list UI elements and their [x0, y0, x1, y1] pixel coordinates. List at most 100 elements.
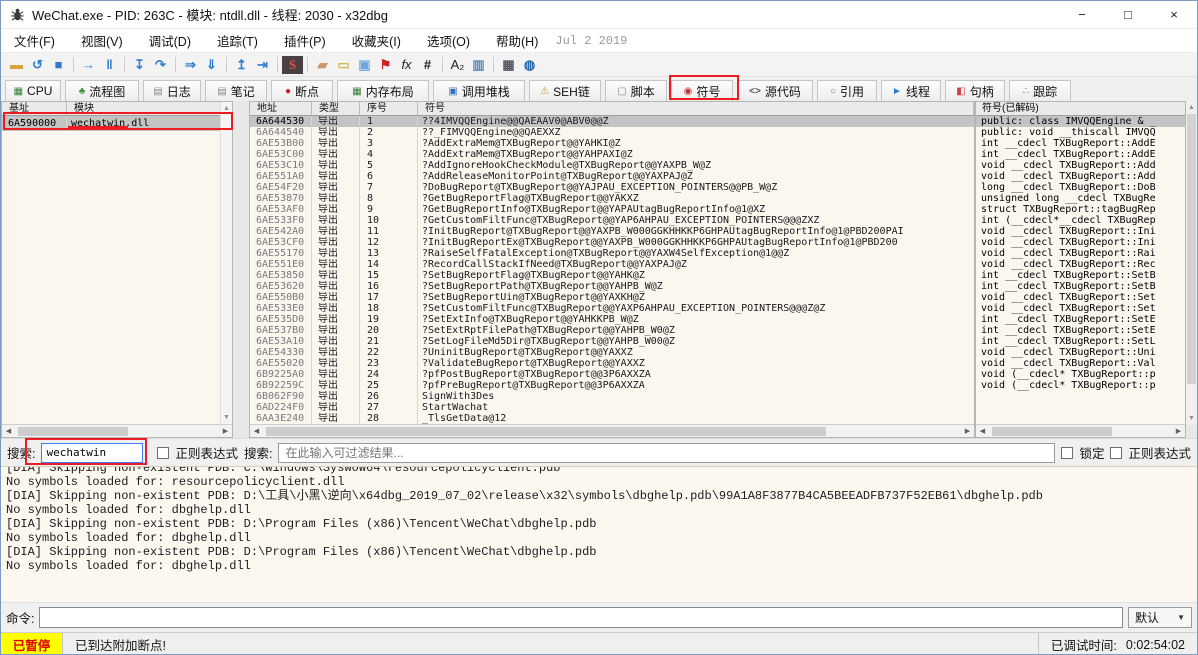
symbol-row[interactable]: 6AE53B00 导出 3 ?AddExtraMem@TXBugReport@@… — [250, 138, 974, 149]
column-header-module[interactable]: 模块 — [67, 102, 232, 115]
memory-map-icon[interactable]: ▥ — [468, 56, 489, 74]
scroll-thumb[interactable] — [992, 427, 1112, 436]
stop-icon[interactable]: ■ — [48, 56, 69, 74]
tab-script[interactable]: ▢ 脚本 — [605, 80, 667, 101]
separator[interactable] — [124, 57, 125, 72]
tab-call-stack[interactable]: ▣ 调用堆栈 — [433, 80, 525, 101]
symbol-row[interactable]: 6AE55170 导出 13 ?RaiseSelfFatalException@… — [250, 248, 974, 259]
tab-threads[interactable]: ► 线程 — [881, 80, 941, 101]
symbol-row[interactable]: 6AE54F20 导出 7 ?DoBugReport@TXBugReport@@… — [250, 182, 974, 193]
execute-till-return-icon[interactable]: ↥ — [231, 56, 252, 74]
regex2-checkbox[interactable] — [1110, 447, 1122, 459]
preferences-icon[interactable]: ◍ — [519, 56, 540, 74]
decoded-header[interactable]: 符号(已解码) — [976, 102, 1185, 116]
modules-horizontal-scrollbar[interactable]: ◀ ▶ — [2, 424, 232, 437]
decoded-row[interactable]: void __cdecl TXBugReport::Val — [976, 358, 1185, 369]
decoded-row[interactable]: int __cdecl TXBugReport::SetB — [976, 270, 1185, 281]
menu-item[interactable]: 帮助(H) — [483, 31, 551, 50]
decoded-row[interactable]: void __cdecl TXBugReport::Add — [976, 171, 1185, 182]
hash-icon[interactable]: # — [417, 56, 438, 74]
menu-item[interactable]: 文件(F) — [1, 31, 68, 50]
decoded-row[interactable]: void __cdecl TXBugReport::Add — [976, 160, 1185, 171]
open-file-icon[interactable]: ▬ — [6, 56, 27, 74]
column-header-address[interactable]: 地址 — [250, 102, 312, 115]
scroll-down-icon[interactable]: ▼ — [1186, 413, 1197, 424]
decoded-row[interactable]: struct TXBugReport::tagBugRep — [976, 204, 1185, 215]
scroll-right-icon[interactable]: ▶ — [962, 426, 973, 437]
decoded-row[interactable]: unsigned long __cdecl TXBugRe — [976, 193, 1185, 204]
symbol-row[interactable]: 6B062F90 导出 26 SignWith3Des — [250, 391, 974, 402]
tab-notes[interactable]: ▤ 笔记 — [205, 80, 267, 101]
module-search-input[interactable] — [41, 443, 143, 463]
scroll-thumb[interactable] — [266, 427, 826, 436]
symbol-row[interactable]: 6AE55020 导出 23 ?ValidateBugReport@TXBugR… — [250, 358, 974, 369]
menu-item[interactable]: 收藏夹(I) — [339, 31, 414, 50]
pause-icon[interactable]: ‖ — [99, 56, 120, 74]
menu-item[interactable]: 调试(D) — [136, 31, 204, 50]
close-button[interactable]: × — [1151, 1, 1197, 28]
symbol-row[interactable]: 6AD224F0 导出 27 StartWachat — [250, 402, 974, 413]
modules-vertical-scrollbar[interactable]: ▲ ▼ — [220, 102, 232, 424]
symbol-row[interactable]: 6A644540 导出 2 ??_FIMVQQEngine@@QAEXXZ — [250, 127, 974, 138]
decoded-vertical-scrollbar[interactable]: ▲ ▼ — [1186, 101, 1197, 425]
symbol-row[interactable]: 6B9225A0 导出 24 ?pfPostBugReport@TXBugRep… — [250, 369, 974, 380]
separator[interactable] — [442, 57, 443, 72]
symbol-row[interactable]: 6AE53870 导出 8 ?GetBugReportFlag@TXBugRep… — [250, 193, 974, 204]
decoded-row[interactable]: int __cdecl TXBugReport::AddE — [976, 138, 1185, 149]
separator[interactable] — [175, 57, 176, 72]
symbol-filter-input[interactable] — [278, 443, 1055, 463]
decoded-row[interactable]: int __cdecl TXBugReport::SetE — [976, 314, 1185, 325]
scroll-thumb[interactable] — [1187, 114, 1196, 384]
scroll-left-icon[interactable]: ◀ — [3, 426, 14, 437]
scroll-up-icon[interactable]: ▲ — [1186, 102, 1197, 113]
decoded-row[interactable]: void __cdecl TXBugReport::Rec — [976, 259, 1185, 270]
menu-item[interactable]: 视图(V) — [68, 31, 136, 50]
decoded-row[interactable]: void __cdecl TXBugReport::Rai — [976, 248, 1185, 259]
maximize-button[interactable]: □ — [1105, 1, 1151, 28]
decoded-row[interactable]: void __cdecl TXBugReport::Uni — [976, 347, 1185, 358]
scylla-icon[interactable]: S — [282, 56, 303, 74]
symbols-horizontal-scrollbar[interactable]: ◀ ▶ — [250, 424, 974, 437]
decoded-row[interactable]: int (__cdecl*__cdecl TXBugRep — [976, 215, 1185, 226]
scroll-left-icon[interactable]: ◀ — [977, 426, 988, 437]
tab-references[interactable]: ○ 引用 — [817, 80, 877, 101]
restart-icon[interactable]: ↺ — [27, 56, 48, 74]
tab-symbols[interactable]: ◉ 符号 — [671, 80, 733, 101]
column-header-base[interactable]: 基址 — [2, 102, 67, 115]
column-header-symbol[interactable]: 符号 — [418, 102, 974, 115]
tab-log[interactable]: ▤ 日志 — [143, 80, 201, 101]
decoded-row[interactable]: public: void __thiscall IMVQQ — [976, 127, 1185, 138]
lock-checkbox[interactable] — [1061, 447, 1073, 459]
decoded-row[interactable]: int __cdecl TXBugReport::AddE — [976, 149, 1185, 160]
decoded-row[interactable]: void __cdecl TXBugReport::Set — [976, 292, 1185, 303]
column-header-ordinal[interactable]: 序号 — [360, 102, 418, 115]
symbol-row[interactable]: 6AE53C10 导出 5 ?AddIgnoreHookCheckModule@… — [250, 160, 974, 171]
scroll-down-icon[interactable]: ▼ — [221, 412, 232, 423]
calculator-icon[interactable]: ▦ — [498, 56, 519, 74]
decoded-row[interactable]: public: class IMVQQEngine & _ — [976, 116, 1185, 127]
decoded-row[interactable]: void (__cdecl* TXBugReport::p — [976, 380, 1185, 391]
tab-graph[interactable]: ♣ 流程图 — [65, 80, 139, 101]
regex-checkbox[interactable] — [157, 447, 169, 459]
labels-icon[interactable]: ▣ — [354, 56, 375, 74]
tab-memory-map[interactable]: ▦ 内存布局 — [337, 80, 429, 101]
tab-handles[interactable]: ◧ 句柄 — [945, 80, 1005, 101]
separator[interactable] — [277, 57, 278, 72]
tab-breakpoints[interactable]: ● 断点 — [271, 80, 333, 101]
tab-source[interactable]: <> 源代码 — [737, 80, 813, 101]
symbol-row[interactable]: 6AE533E0 导出 18 ?SetCustomFiltFunc@TXBugR… — [250, 303, 974, 314]
symbol-row[interactable]: 6AE53C00 导出 4 ?AddExtraMem@TXBugReport@@… — [250, 149, 974, 160]
comments-icon[interactable]: ▭ — [333, 56, 354, 74]
symbol-row[interactable]: 6A644530 导出 1 ??4IMVQQEngine@@QAEAAV0@AB… — [250, 116, 974, 127]
tab-seh[interactable]: ⚠ SEH链 — [529, 80, 601, 101]
column-header-type[interactable]: 类型 — [312, 102, 360, 115]
symbol-row[interactable]: 6AE551A0 导出 6 ?AddReleaseMonitorPoint@TX… — [250, 171, 974, 182]
step-out-icon[interactable]: ⇓ — [201, 56, 222, 74]
separator[interactable] — [307, 57, 308, 72]
symbol-row[interactable]: 6AE537B0 导出 20 ?SetExtRptFilePath@TXBugR… — [250, 325, 974, 336]
symbol-row[interactable]: 6AE533F0 导出 10 ?GetCustomFiltFunc@TXBugR… — [250, 215, 974, 226]
symbol-row[interactable]: 6AE54330 导出 22 ?UninitBugReport@TXBugRep… — [250, 347, 974, 358]
run-icon[interactable]: → — [78, 56, 99, 74]
patches-icon[interactable]: ▰ — [312, 56, 333, 74]
minimize-button[interactable]: − — [1059, 1, 1105, 28]
